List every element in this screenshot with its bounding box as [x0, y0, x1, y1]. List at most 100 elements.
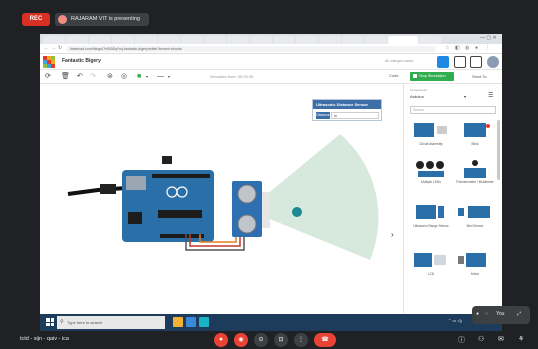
components-panel: Components Arduino ☰ Search Circuit Asse… — [403, 84, 502, 331]
panel-toggle-icon[interactable]: › — [391, 230, 394, 239]
expand-icon[interactable]: ⤢ — [517, 311, 521, 317]
send-to-button[interactable]: Send To — [472, 74, 487, 79]
activities-icon[interactable]: ⚘ — [518, 335, 524, 343]
distance-label: Distance — [316, 112, 330, 119]
category-dropdown[interactable]: Arduino — [410, 93, 470, 101]
component-item[interactable]: Mini Sensor — [454, 202, 496, 234]
browser-tab[interactable] — [296, 36, 318, 44]
window-controls-icon[interactable]: — ▢ ✕ — [480, 35, 497, 41]
schematic-view-icon[interactable] — [454, 56, 466, 68]
circuit-canvas[interactable]: Ultrasonic Distance Sensor Distance in › — [40, 84, 403, 331]
tinkercad-logo-icon[interactable] — [43, 56, 55, 68]
wire-color-icon[interactable]: ■ — [137, 73, 141, 81]
project-name[interactable]: Fantastic Bigery — [62, 58, 101, 64]
notes-toggle-icon[interactable]: ◎ — [121, 73, 127, 81]
delete-icon[interactable]: 🗑 — [61, 73, 70, 81]
file-explorer-icon[interactable] — [173, 317, 183, 327]
menu-icon[interactable]: ⋮ — [485, 46, 490, 51]
reload-icon[interactable]: ↻ — [58, 46, 63, 51]
reset-button[interactable] — [162, 156, 172, 164]
mic-toggle-button[interactable]: ⏺ — [214, 333, 228, 347]
windows-taskbar: Type here to search ⌃ ▭ ◁) — [40, 314, 502, 331]
browser-tab[interactable] — [419, 36, 441, 44]
presenting-label: RAJARAM VIT is presenting — [71, 16, 140, 22]
editor-toolbar: ⟳ 🗑 ↶ ↷ ⊜ ◎ ■ ▾ — ▾ Simulator time: 00:0… — [40, 70, 502, 84]
component-caption: Blink — [471, 142, 479, 146]
sensor-pins — [262, 192, 270, 228]
component-list-icon[interactable] — [470, 56, 482, 68]
browser-tab[interactable] — [250, 36, 272, 44]
code-button[interactable]: Code — [389, 73, 399, 78]
browser-icon[interactable] — [186, 317, 196, 327]
recording-badge: REC — [22, 13, 50, 26]
browser-tab[interactable] — [66, 36, 88, 44]
component-item[interactable]: Potentiometer / Multimeter — [454, 158, 496, 190]
browser-tab[interactable] — [158, 36, 180, 44]
component-caption: Mini Sensor — [466, 224, 484, 228]
self-view-tile[interactable]: ● ◌ You ⤢ — [472, 306, 530, 324]
chevron-down-icon[interactable]: ▾ — [168, 73, 170, 81]
component-item[interactable]: Circuit Assembly — [410, 120, 452, 152]
component-thumbnail — [416, 161, 444, 177]
rotate-icon[interactable]: ⟳ — [45, 73, 51, 81]
browser-tab[interactable] — [273, 36, 295, 44]
sensor-inspector: Ultrasonic Distance Sensor Distance in — [312, 99, 382, 121]
note-icon[interactable]: ⊜ — [107, 73, 113, 81]
present-button[interactable]: ⊡ — [274, 333, 288, 347]
browser-tab[interactable] — [365, 36, 387, 44]
microcontroller-chip — [158, 210, 202, 218]
component-item[interactable]: Blink — [454, 120, 496, 152]
browser-tab-active[interactable] — [388, 36, 418, 44]
component-item[interactable]: LCD — [410, 250, 452, 282]
browser-tab[interactable] — [319, 36, 341, 44]
end-call-button[interactable]: ☎ — [314, 333, 336, 347]
info-icon[interactable]: ⓘ — [458, 335, 465, 345]
windows-start-icon[interactable] — [46, 318, 54, 326]
stop-simulation-button[interactable]: Stop Simulation — [410, 72, 454, 81]
browser-tab[interactable] — [112, 36, 134, 44]
component-thumbnail — [414, 123, 447, 137]
component-search-input[interactable]: Search — [410, 106, 496, 114]
component-item[interactable]: Motor — [454, 250, 496, 282]
back-icon[interactable]: ← — [44, 46, 49, 51]
browser-tab[interactable] — [135, 36, 157, 44]
meet-top-bar: REC RAJARAM VIT is presenting — [0, 0, 538, 28]
wire-type-icon[interactable]: — — [157, 73, 164, 81]
app-icon[interactable] — [199, 317, 209, 327]
captions-button[interactable]: ⊙ — [254, 333, 268, 347]
component-item[interactable]: Ultrasonic Range Sensor — [410, 202, 452, 234]
mic-off-icon: ● — [476, 311, 480, 317]
redo-icon[interactable]: ↷ — [90, 73, 96, 81]
tinkercad-header: Fantastic Bigery All changes saved — [40, 54, 502, 70]
component-item[interactable]: Multiple LEDs — [410, 158, 452, 190]
chevron-down-icon[interactable]: ▾ — [146, 73, 148, 81]
browser-tab[interactable] — [181, 36, 203, 44]
component-thumbnail — [464, 160, 486, 178]
browser-tab[interactable] — [204, 36, 226, 44]
browser-tab[interactable] — [89, 36, 111, 44]
star-icon[interactable]: ☆ — [445, 46, 450, 51]
distance-target-icon[interactable] — [292, 207, 302, 217]
sensor-transducer — [237, 214, 257, 234]
distance-field[interactable]: in — [331, 112, 379, 119]
url-field[interactable]: tinkercad.com/things/7e5iSi8qYnq-fantast… — [66, 46, 436, 52]
system-tray[interactable]: ⌃ ▭ ◁) — [448, 318, 462, 323]
circuit-view-icon[interactable] — [437, 56, 449, 68]
people-icon[interactable]: ⚇ — [478, 335, 484, 343]
extension-icon[interactable]: ◍ — [465, 46, 470, 51]
taskbar-search-input[interactable]: Type here to search — [57, 316, 165, 329]
profile-icon[interactable]: ● — [475, 46, 480, 51]
browser-tab[interactable] — [342, 36, 364, 44]
browser-tab[interactable] — [43, 36, 65, 44]
panel-scrollbar[interactable] — [497, 120, 500, 180]
chat-icon[interactable]: ✉ — [498, 335, 504, 343]
undo-icon[interactable]: ↶ — [77, 73, 83, 81]
user-avatar[interactable] — [487, 56, 499, 68]
extension-icon[interactable]: ◧ — [455, 46, 460, 51]
list-view-icon[interactable]: ☰ — [488, 92, 493, 99]
component-thumbnail — [464, 123, 490, 137]
forward-icon[interactable]: → — [51, 46, 56, 51]
camera-toggle-button[interactable]: ◉ — [234, 333, 248, 347]
more-options-button[interactable]: ⋮ — [294, 333, 308, 347]
browser-tab[interactable] — [227, 36, 249, 44]
